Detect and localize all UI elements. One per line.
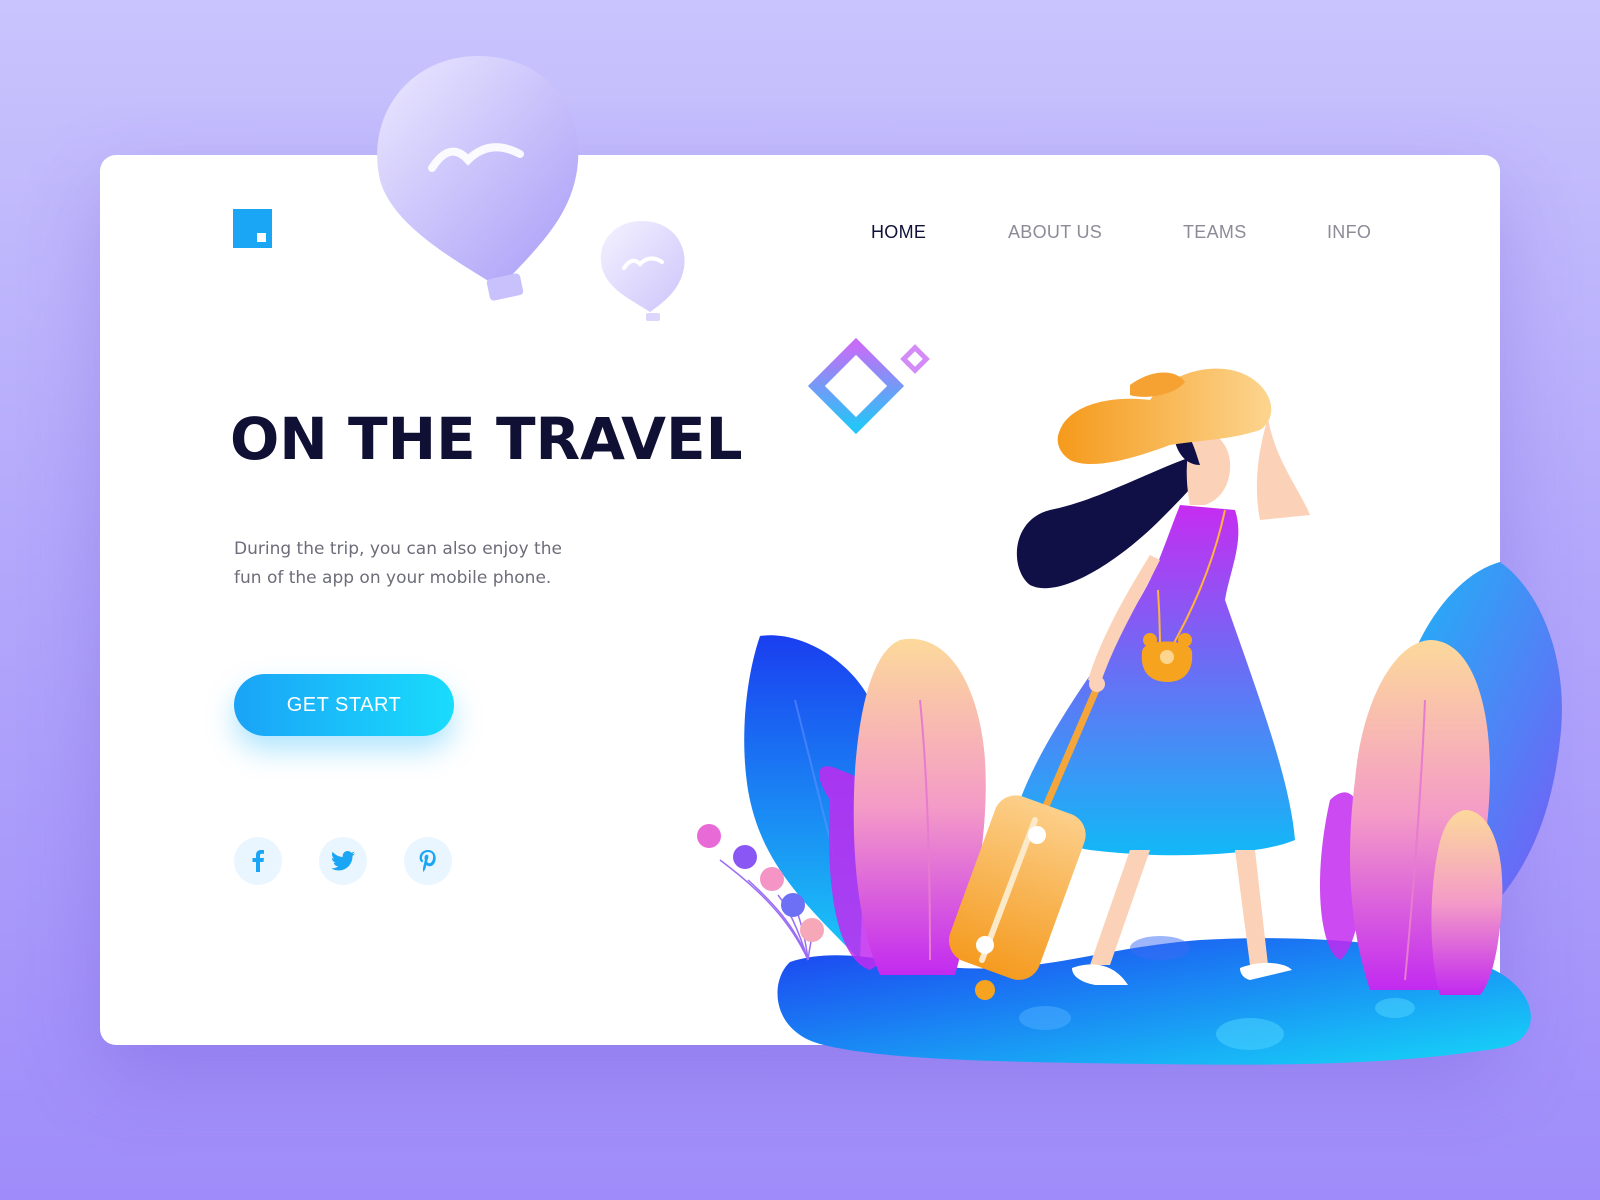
nav-home[interactable]: HOME	[871, 222, 926, 243]
main-nav: HOME ABOUT US TEAMS INFO	[0, 222, 1600, 246]
hero-title: ON THE TRAVEL	[230, 405, 743, 473]
nav-teams[interactable]: TEAMS	[1183, 222, 1247, 243]
facebook-icon	[252, 850, 264, 872]
pinterest-button[interactable]	[404, 837, 452, 885]
get-start-button[interactable]: GET START	[234, 674, 454, 736]
twitter-icon	[331, 851, 355, 871]
pinterest-icon	[419, 850, 436, 872]
nav-info[interactable]: INFO	[1327, 222, 1371, 243]
facebook-button[interactable]	[234, 837, 282, 885]
twitter-button[interactable]	[319, 837, 367, 885]
nav-about-us[interactable]: ABOUT US	[1008, 222, 1102, 243]
hero-subtitle: During the trip, you can also enjoy the …	[234, 539, 562, 588]
landing-card	[100, 155, 1500, 1045]
